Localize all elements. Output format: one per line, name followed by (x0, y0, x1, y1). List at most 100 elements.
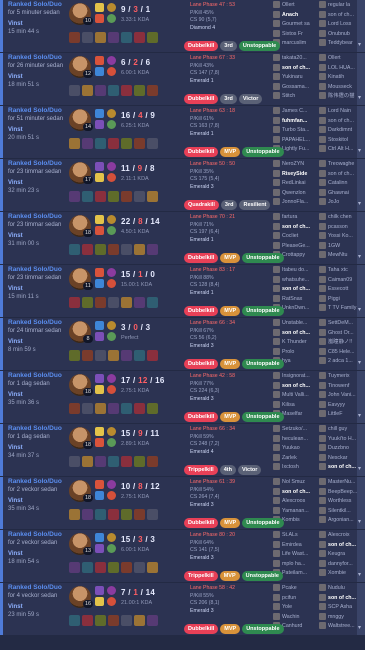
expand-match-button[interactable]: ▾ (357, 318, 365, 370)
player-name[interactable]: Yamanan... (282, 508, 309, 514)
player-name[interactable]: LittleF (328, 411, 342, 417)
summoner-spell-icon[interactable] (95, 480, 104, 489)
player-entry[interactable]: Yole (273, 603, 317, 613)
player-name[interactable]: Ixctosh (282, 464, 299, 470)
player-entry[interactable]: fuhmfan... (273, 116, 317, 127)
rune-icon[interactable] (107, 427, 116, 436)
item-icon[interactable] (121, 138, 132, 149)
player-name[interactable]: pcifun (282, 595, 296, 601)
player-name[interactable]: SCP Asha (328, 604, 352, 610)
rune-icon[interactable] (107, 321, 116, 330)
summoner-spell-icon[interactable] (95, 226, 104, 235)
player-name[interactable]: T TV Family (328, 305, 356, 311)
item-icon[interactable] (95, 562, 106, 573)
item-icon[interactable] (147, 32, 158, 43)
player-name[interactable]: Gossama... (282, 84, 309, 90)
player-name[interactable]: Emirdea (282, 542, 302, 548)
item-icon[interactable] (82, 350, 93, 361)
item-icon[interactable] (147, 85, 158, 96)
item-icon[interactable] (121, 562, 132, 573)
item-icon[interactable] (108, 509, 119, 520)
player-entry[interactable]: Nol Smuz (273, 478, 317, 488)
item-icon[interactable] (134, 191, 145, 202)
item-icon[interactable] (69, 32, 80, 43)
player-name[interactable]: son of ch... (282, 65, 310, 71)
item-icon[interactable] (147, 456, 158, 467)
item-icon[interactable] (108, 244, 119, 255)
player-name[interactable]: Ollert (282, 2, 295, 8)
item-icon[interactable] (108, 32, 119, 43)
rune-icon[interactable] (107, 162, 116, 171)
player-name[interactable]: Yukinaru (282, 74, 303, 80)
item-icon[interactable] (108, 350, 119, 361)
match-row[interactable]: Ranked Solo/Duo for 23 timmar sedan Vinst 3… (0, 212, 365, 264)
player-name[interactable]: Silentkil... (328, 508, 351, 514)
item-icon[interactable] (147, 244, 158, 255)
player-entry[interactable]: son of ch... (273, 487, 317, 498)
player-entry[interactable]: Cocliet (273, 232, 317, 242)
summoner-spell-icon[interactable] (95, 427, 104, 436)
player-name[interactable]: Ctrl Alt H... (328, 146, 353, 152)
player-name[interactable]: Duzzbno (328, 445, 349, 451)
player-name[interactable]: Multi Valli... (282, 392, 309, 398)
player-name[interactable]: Gourmet sa (282, 21, 310, 27)
player-name[interactable]: JonnoFla... (282, 199, 308, 205)
player-entry[interactable]: Setzuko/... (273, 425, 317, 435)
player-entry[interactable]: Pcake (273, 584, 317, 594)
player-name[interactable]: UnknDwn... (282, 305, 309, 311)
player-name[interactable]: Teddybear (328, 40, 353, 46)
player-name[interactable]: 陈伟霆の猫 (328, 93, 355, 99)
item-icon[interactable] (108, 85, 119, 96)
player-entry[interactable]: son of ch... (273, 381, 317, 392)
player-name[interactable]: Yuuki'to H... (328, 436, 356, 442)
rune-icon[interactable] (107, 279, 116, 288)
item-icon[interactable] (69, 297, 80, 308)
player-entry[interactable]: Ixctosh (273, 463, 317, 473)
item-icon[interactable] (69, 456, 80, 467)
player-name[interactable]: Treowaghe (328, 161, 354, 167)
player-name[interactable]: Kinatih (328, 74, 344, 80)
player-entry[interactable]: Anach (273, 10, 317, 21)
item-icon[interactable] (134, 32, 145, 43)
player-name[interactable]: chilk chen (328, 214, 352, 220)
item-icon[interactable] (134, 615, 145, 626)
summoner-spell-icon[interactable] (95, 14, 104, 23)
item-icon[interactable] (95, 297, 106, 308)
rune-icon[interactable] (107, 586, 116, 595)
rune-icon[interactable] (107, 215, 116, 224)
player-name[interactable]: Ollert (328, 55, 341, 61)
player-name[interactable]: John Vani... (328, 392, 356, 398)
player-name[interactable]: son of ch... (328, 464, 356, 470)
player-name[interactable]: Turbo Sta... (282, 127, 309, 133)
player-name[interactable]: son of ch... (282, 330, 310, 336)
player-entry[interactable]: fartura (273, 213, 317, 223)
match-row[interactable]: Ranked Solo/Duo for 51 minuter sedan Vinst… (0, 106, 365, 158)
player-name[interactable]: fartura (282, 214, 297, 220)
item-icon[interactable] (121, 85, 132, 96)
player-entry[interactable]: RedLinkai (273, 179, 317, 189)
item-icon[interactable] (95, 85, 106, 96)
player-entry[interactable]: Life Wast... (273, 550, 317, 560)
player-name[interactable]: Nol Smuz (282, 479, 305, 485)
item-icon[interactable] (82, 32, 93, 43)
item-icon[interactable] (134, 85, 145, 96)
player-name[interactable]: Yole (282, 604, 292, 610)
rune-icon[interactable] (107, 109, 116, 118)
player-entry[interactable]: K Thunder (273, 338, 317, 348)
item-icon[interactable] (82, 138, 93, 149)
player-name[interactable]: fuhmfan... (282, 118, 307, 124)
item-icon[interactable] (82, 615, 93, 626)
player-name[interactable]: NeroZYN (282, 161, 304, 167)
item-icon[interactable] (69, 403, 80, 414)
player-name[interactable]: Pateilam... (282, 570, 307, 576)
item-icon[interactable] (95, 32, 106, 43)
player-name[interactable]: RiseySide (282, 171, 307, 177)
player-name[interactable]: son of ch... (282, 383, 310, 389)
item-icon[interactable] (134, 456, 145, 467)
expand-match-button[interactable]: ▾ (357, 159, 365, 211)
player-name[interactable]: K Thunder (282, 339, 307, 345)
item-icon[interactable] (69, 85, 80, 96)
player-entry[interactable]: Yuukao (273, 444, 317, 454)
item-icon[interactable] (95, 350, 106, 361)
rune-icon[interactable] (107, 597, 116, 606)
